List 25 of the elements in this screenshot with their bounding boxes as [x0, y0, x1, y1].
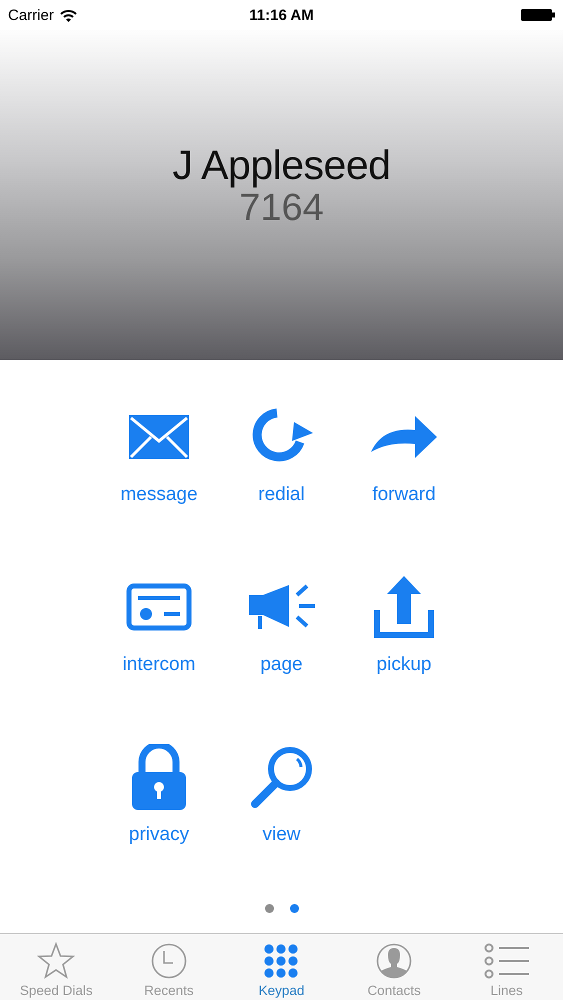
list-icon: [484, 943, 530, 979]
tab[interactable]: Contacts: [338, 934, 450, 1000]
magnifier-icon: [250, 745, 314, 809]
megaphone-icon: [248, 583, 314, 631]
person-icon: [376, 943, 412, 979]
upload-icon: [374, 576, 434, 638]
keypad-icon: [264, 944, 298, 978]
wifi-icon: [60, 8, 77, 22]
tab[interactable]: Lines: [450, 934, 563, 1000]
clock-icon: [150, 943, 187, 979]
arrow-icon: [371, 416, 437, 458]
clock-time: 11:16 AM: [249, 6, 314, 24]
tab[interactable]: Keypad: [225, 934, 338, 1000]
lock-icon: [132, 744, 186, 810]
tab[interactable]: Speed Dials: [0, 934, 113, 1000]
battery-icon: [521, 8, 555, 22]
extension-number: 7164: [239, 188, 324, 228]
star-icon: [37, 942, 76, 980]
page-dot[interactable]: [290, 904, 298, 913]
card-icon: [126, 583, 192, 631]
tab[interactable]: Recents: [112, 934, 226, 1000]
page-dot[interactable]: [264, 904, 274, 913]
envelope-icon: [129, 415, 189, 459]
contact-name: J Appleseed: [172, 142, 390, 188]
carrier-label: Carrier: [8, 6, 54, 24]
